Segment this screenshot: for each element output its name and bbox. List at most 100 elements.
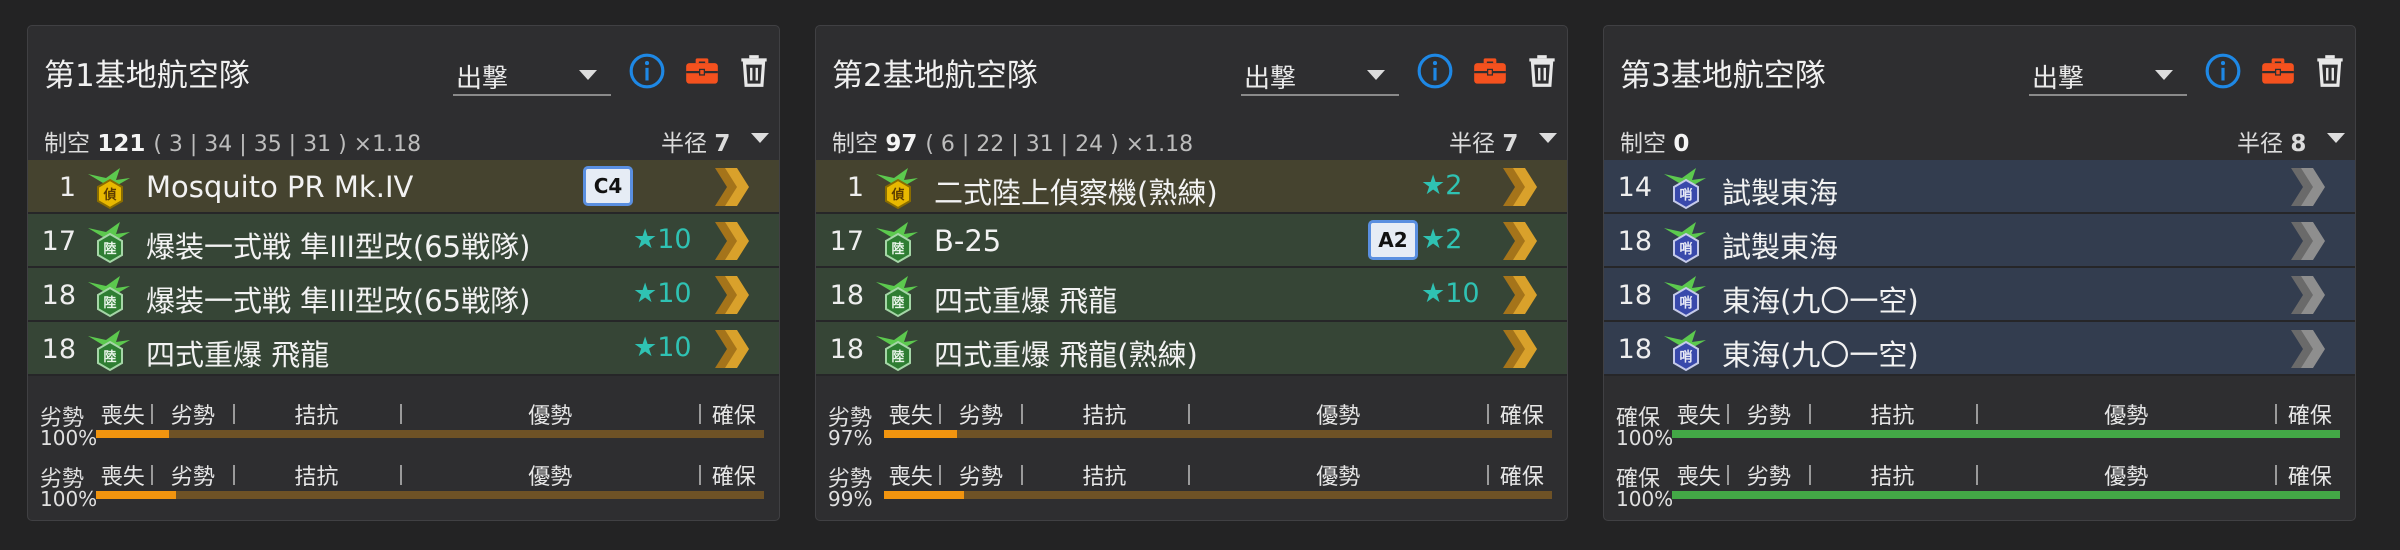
chevron-down-icon	[1367, 70, 1385, 80]
briefcase-icon[interactable]	[2259, 52, 2297, 90]
svg-text:哨: 哨	[1679, 187, 1692, 203]
plane-name[interactable]: 二式陸上偵察機(熟練)	[934, 170, 1218, 212]
radius-select[interactable]: 半径 8	[2237, 124, 2306, 158]
proficiency-chevron-icon	[711, 218, 751, 264]
trash-icon[interactable]	[2311, 52, 2349, 90]
radius-select[interactable]: 半径 7	[1449, 124, 1518, 158]
gauge-track	[1672, 491, 2340, 499]
chevron-down-icon[interactable]	[751, 133, 769, 143]
slot-count: 18	[829, 280, 864, 311]
proficiency-chevron-icon	[1499, 272, 1539, 318]
plane-name[interactable]: 四式重爆 飛龍	[146, 332, 329, 374]
scale-label: 確保	[2287, 465, 2332, 490]
improvement-level: ★10	[633, 332, 692, 363]
mode-select[interactable]: 出撃	[2029, 54, 2187, 96]
slot-row[interactable]: 18 陸 爆装一式戦 隼III型改(65戦隊) ★10	[28, 268, 779, 322]
slot-row[interactable]: 14 哨 試製東海	[1604, 160, 2355, 214]
radius-label: 半径	[661, 131, 707, 157]
slot-count: 18	[1617, 226, 1652, 257]
slot-row[interactable]: 17 陸 爆装一式戦 隼III型改(65戦隊) ★10	[28, 214, 779, 268]
info-icon[interactable]	[1416, 52, 1454, 90]
plane-name[interactable]: 四式重爆 飛龍	[934, 278, 1117, 320]
air-state-gauge: 確保 100% 喪失 劣勢 拮抗 優勢 確保	[1604, 457, 2355, 517]
plane-name[interactable]: B-25	[934, 224, 1001, 258]
plane-name[interactable]: 試製東海	[1722, 224, 1838, 266]
remodel-badge[interactable]: A2	[1368, 220, 1418, 260]
plane-name[interactable]: 東海(九〇一空)	[1722, 332, 1919, 374]
gauge-fill	[96, 491, 177, 499]
air-superiority-number: 0	[1673, 131, 1690, 157]
scale-label: 優勢	[528, 465, 573, 490]
panel-title: 第1基地航空隊	[44, 58, 250, 94]
scale-label: 確保	[1499, 465, 1544, 490]
air-superiority-value: 制空 121 ( 3 | 34 | 35 | 31 ) ×1.18	[44, 124, 421, 158]
proficiency-chevron-icon	[2287, 164, 2327, 210]
scale-label: 劣勢	[1746, 465, 1791, 490]
slot-row[interactable]: 18 哨 東海(九〇一空)	[1604, 322, 2355, 376]
slot-row[interactable]: 1 偵 Mosquito PR Mk.IV C4	[28, 160, 779, 214]
plane-name[interactable]: 東海(九〇一空)	[1722, 278, 1919, 320]
radius-select[interactable]: 半径 7	[661, 124, 730, 158]
gauge-fill	[884, 430, 958, 438]
scale-label: 確保	[711, 404, 756, 429]
proficiency-chevron-icon	[711, 164, 751, 210]
chevron-down-icon[interactable]	[2327, 133, 2345, 143]
scale-tick	[1727, 465, 1730, 485]
scale-label: 拮抗	[1082, 404, 1127, 429]
scale-tick	[1975, 404, 1978, 424]
info-icon[interactable]	[628, 52, 666, 90]
slot-row[interactable]: 18 陸 四式重爆 飛龍 ★10	[816, 268, 1567, 322]
air-state-scale: 喪失 劣勢 拮抗 優勢 確保	[96, 457, 764, 507]
mode-select[interactable]: 出撃	[453, 54, 611, 96]
plane-name[interactable]: 爆装一式戦 隼III型改(65戦隊)	[146, 278, 530, 320]
plane-name[interactable]: 爆装一式戦 隼III型改(65戦隊)	[146, 224, 530, 266]
mode-select[interactable]: 出撃	[1241, 54, 1399, 96]
briefcase-icon[interactable]	[1471, 52, 1509, 90]
air-superiority-value: 制空 0	[1620, 124, 1697, 158]
air-superiority-label: 制空	[1620, 131, 1666, 157]
trash-icon[interactable]	[1523, 52, 1561, 90]
scale-label: 劣勢	[170, 465, 215, 490]
chevron-down-icon	[579, 70, 597, 80]
plane-name[interactable]: 四式重爆 飛龍(熟練)	[934, 332, 1198, 374]
slot-count: 18	[1617, 280, 1652, 311]
scale-label: 喪失	[888, 404, 933, 429]
scale-label: 喪失	[888, 465, 933, 490]
svg-text:陸: 陸	[891, 349, 904, 365]
mode-select-value: 出撃	[2032, 64, 2085, 94]
improvement-level: ★10	[633, 278, 692, 309]
plane-type-icon: 陸	[86, 272, 134, 320]
svg-text:陸: 陸	[891, 295, 904, 311]
scale-tick	[939, 465, 942, 485]
scale-label: 拮抗	[1870, 404, 1915, 429]
slot-row[interactable]: 18 陸 四式重爆 飛龍(熟練)	[816, 322, 1567, 376]
improvement-value: 10	[1445, 278, 1480, 309]
chevron-down-icon	[2155, 70, 2173, 80]
briefcase-icon[interactable]	[683, 52, 721, 90]
improvement-value: 10	[657, 224, 692, 255]
scale-tick	[1975, 465, 1978, 485]
scale-label: 優勢	[528, 404, 573, 429]
slot-row[interactable]: 18 陸 四式重爆 飛龍 ★10	[28, 322, 779, 376]
remodel-badge[interactable]: C4	[583, 166, 633, 206]
slot-row[interactable]: 17 陸 B-25 A2 ★2	[816, 214, 1567, 268]
gauge-track	[96, 491, 764, 499]
gauge-track	[1672, 430, 2340, 438]
slot-list: 1 偵二式陸上偵察機(熟練) ★2 17 陸 B-25 A2 ★2 18 陸四式重爆 飛龍 ★10 1…	[816, 160, 1567, 376]
slot-count: 17	[41, 226, 76, 257]
slot-row[interactable]: 1 偵 二式陸上偵察機(熟練) ★2	[816, 160, 1567, 214]
proficiency-chevron-icon	[1499, 164, 1539, 210]
info-icon[interactable]	[2204, 52, 2242, 90]
slot-row[interactable]: 18 哨 試製東海	[1604, 214, 2355, 268]
plane-name[interactable]: Mosquito PR Mk.IV	[146, 170, 413, 204]
chevron-down-icon[interactable]	[1539, 133, 1557, 143]
plane-type-icon: 偵	[86, 164, 134, 212]
air-superiority-value: 制空 97 ( 6 | 22 | 31 | 24 ) ×1.18	[832, 124, 1193, 158]
slot-count: 1	[58, 172, 76, 203]
plane-type-icon: 哨	[1662, 164, 1710, 212]
trash-icon[interactable]	[735, 52, 773, 90]
svg-text:哨: 哨	[1679, 241, 1692, 257]
slot-row[interactable]: 18 哨 東海(九〇一空)	[1604, 268, 2355, 322]
plane-name[interactable]: 試製東海	[1722, 170, 1838, 212]
scale-tick	[1808, 404, 1811, 424]
